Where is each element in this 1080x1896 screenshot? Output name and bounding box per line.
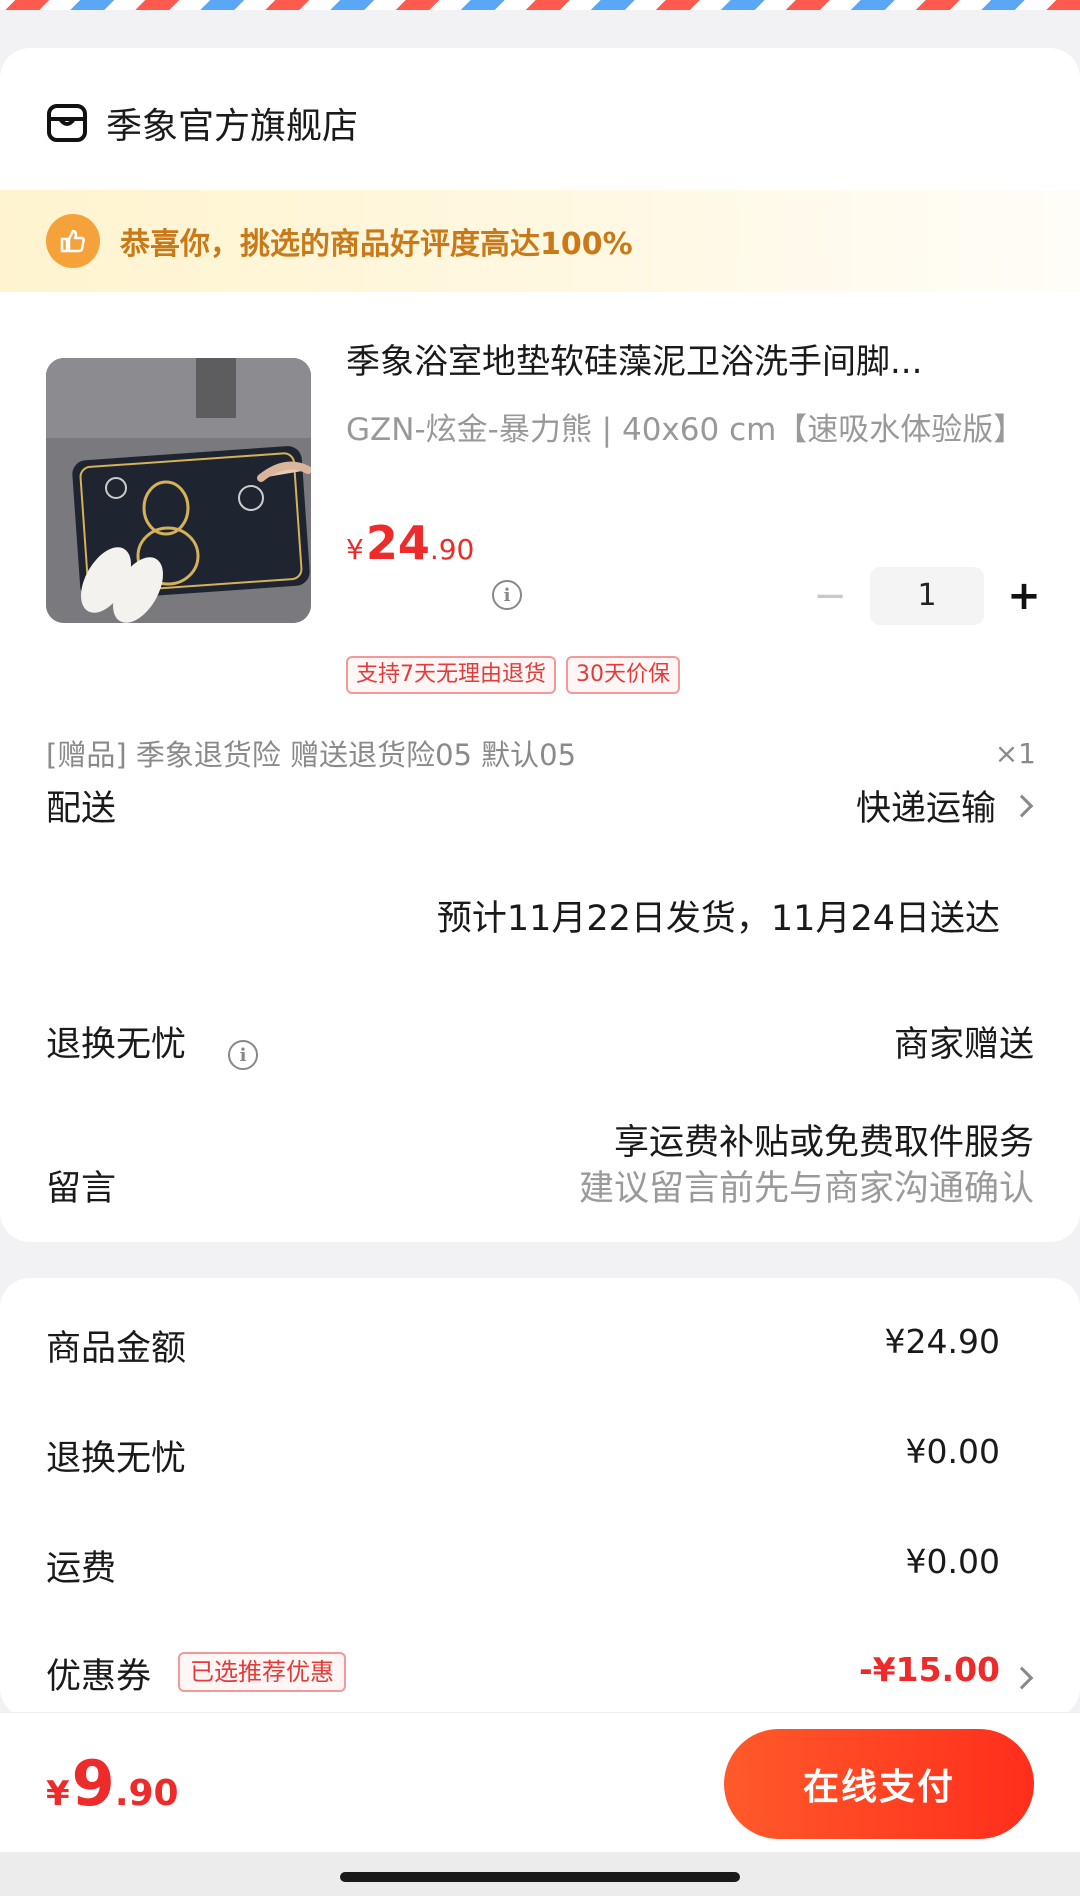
returns-subtext: 享运费补贴或免费取件服务 bbox=[613, 1123, 1034, 1163]
chevron-right-icon[interactable] bbox=[1010, 1666, 1034, 1690]
chevron-right-icon bbox=[1010, 794, 1034, 817]
total-decimal: .90 bbox=[114, 1773, 179, 1814]
tag-price-protect: 30天价保 bbox=[566, 656, 680, 694]
coupon-tag: 已选推荐优惠 bbox=[178, 1652, 346, 1692]
message-input[interactable]: 建议留言前先与商家沟通确认 bbox=[579, 1160, 1034, 1211]
product-price: ¥ 24 .90 bbox=[346, 516, 474, 576]
price-decimal: .90 bbox=[429, 533, 475, 566]
thumbs-up-icon bbox=[46, 214, 100, 268]
quantity-input[interactable]: 1 bbox=[870, 567, 984, 625]
gift-text: [赠品] 季象退货险 赠送退货险05 默认05 bbox=[46, 738, 577, 772]
goods-amount-label: 商品金额 bbox=[46, 1329, 187, 1369]
delivery-label: 配送 bbox=[46, 789, 117, 829]
price-symbol: ¥ bbox=[346, 533, 364, 566]
returns-label: 退换无忧 bbox=[46, 1025, 187, 1065]
checkout-bar: ¥ 9 .90 在线支付 bbox=[0, 1712, 1080, 1852]
shipping-fee-value: ¥0.00 bbox=[905, 1542, 1000, 1581]
message-label: 留言 bbox=[46, 1169, 117, 1209]
tag-return: 支持7天无理由退货 bbox=[346, 656, 556, 694]
praise-text: 恭喜你，挑选的商品好评度高达100% bbox=[120, 227, 633, 262]
summary-card: 商品金额 ¥24.90 退换无忧 ¥0.00 运费 ¥0.00 优惠券 已选推荐… bbox=[0, 1278, 1080, 1718]
gift-quantity: ×1 bbox=[994, 736, 1036, 770]
goods-amount-value: ¥24.90 bbox=[884, 1322, 1000, 1361]
airmail-border bbox=[0, 0, 1080, 10]
price-integer: 24 bbox=[365, 516, 430, 570]
store-icon bbox=[47, 104, 87, 142]
returns-value: 商家赠送 bbox=[893, 1025, 1034, 1065]
store-header[interactable]: 季象官方旗舰店 bbox=[46, 88, 358, 158]
pay-online-button[interactable]: 在线支付 bbox=[724, 1729, 1034, 1839]
returns-fee-value: ¥0.00 bbox=[905, 1432, 1000, 1471]
product-title[interactable]: 季象浴室地垫软硅藻泥卫浴洗手间脚... bbox=[346, 334, 1036, 383]
delivery-estimate: 预计11月22日发货，11月24日送达 bbox=[436, 899, 1000, 939]
total-symbol: ¥ bbox=[46, 1774, 70, 1814]
returns-fee-label: 退换无忧 bbox=[46, 1439, 187, 1479]
total-price: ¥ 9 .90 bbox=[46, 1747, 179, 1820]
quantity-stepper: − 1 + bbox=[810, 566, 1044, 626]
shipping-fee-label: 运费 bbox=[46, 1549, 117, 1589]
service-tags: 支持7天无理由退货 30天价保 bbox=[346, 656, 690, 694]
delivery-method[interactable]: 快递运输 bbox=[856, 780, 1034, 831]
product-image[interactable] bbox=[46, 358, 311, 623]
gift-row: [赠品] 季象退货险 赠送退货险05 默认05 ×1 bbox=[46, 728, 1036, 778]
price-info-icon[interactable]: i bbox=[492, 580, 522, 610]
home-indicator[interactable] bbox=[340, 1872, 740, 1882]
home-indicator-area bbox=[0, 1852, 1080, 1896]
store-name: 季象官方旗舰店 bbox=[106, 106, 359, 147]
praise-banner: 恭喜你，挑选的商品好评度高达100% bbox=[0, 190, 1080, 292]
coupon-label: 优惠券 bbox=[46, 1657, 152, 1697]
increase-button[interactable]: + bbox=[1004, 576, 1044, 616]
total-integer: 9 bbox=[71, 1747, 115, 1820]
product-spec[interactable]: GZN-炫金-暴力熊 | 40x60 cm【速吸水体验版】 bbox=[346, 404, 1036, 456]
coupon-value[interactable]: -¥15.00 bbox=[859, 1650, 1000, 1689]
delivery-method-text: 快递运输 bbox=[855, 789, 996, 829]
decrease-button[interactable]: − bbox=[810, 576, 850, 616]
returns-info-icon[interactable]: i bbox=[228, 1040, 258, 1070]
order-card: 季象官方旗舰店 恭喜你，挑选的商品好评度高达100% 季象浴室地垫软硅藻泥卫浴洗 bbox=[0, 48, 1080, 1242]
